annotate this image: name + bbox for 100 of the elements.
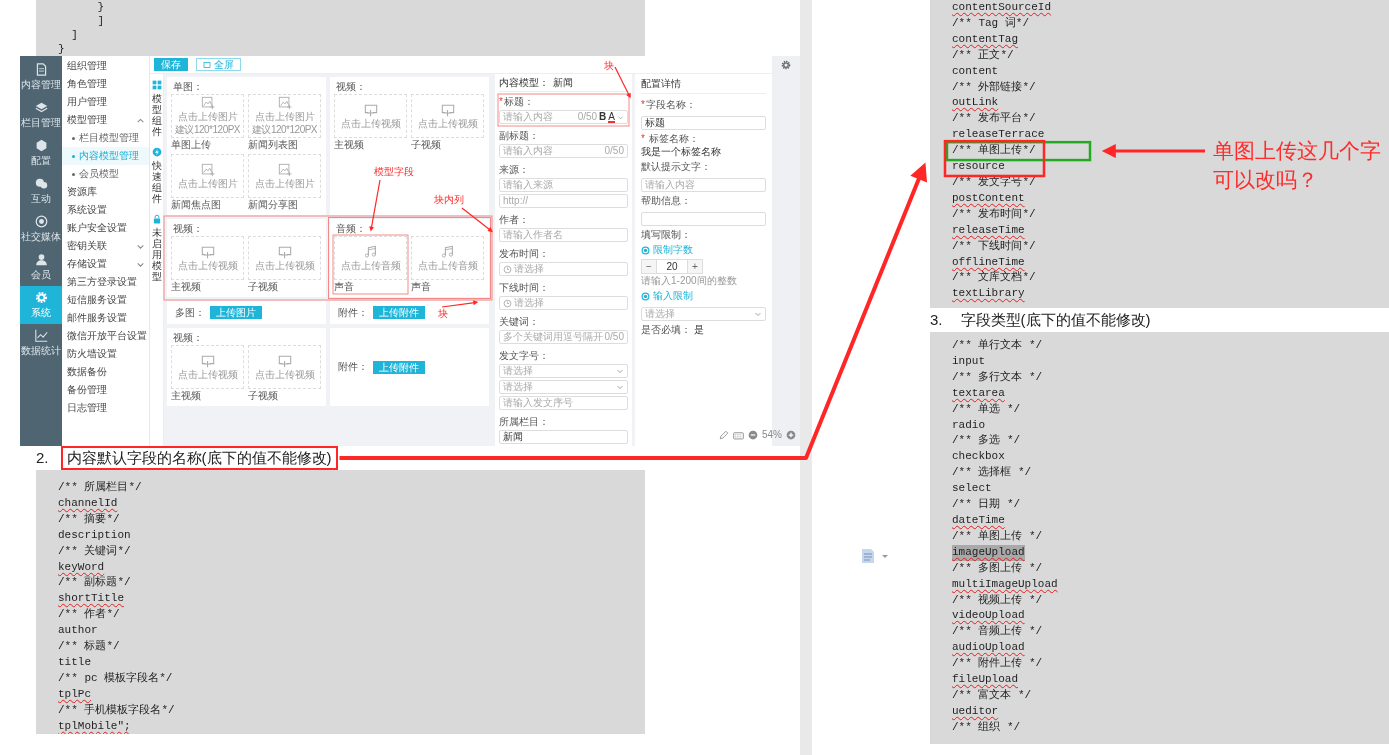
side-tab[interactable]: 模型组件 bbox=[151, 80, 162, 137]
bullet-icon bbox=[72, 154, 75, 158]
required-mark: * bbox=[499, 96, 503, 107]
code-line: /** 音频上传 */ bbox=[952, 624, 1043, 640]
input-field[interactable]: 请输入发文序号 bbox=[499, 396, 628, 410]
text-color-button[interactable]: A bbox=[608, 111, 615, 123]
select-field[interactable]: 请选择 bbox=[499, 364, 628, 378]
menu-item[interactable]: 日志管理 bbox=[62, 399, 149, 417]
nav-item[interactable]: 社交媒体 bbox=[20, 210, 62, 248]
bold-button[interactable]: B bbox=[599, 111, 607, 123]
text-input[interactable]: 请选择 bbox=[503, 381, 614, 393]
char-counter: 0/50 bbox=[604, 145, 624, 157]
text-input[interactable]: 请选择 bbox=[514, 263, 624, 275]
nav-item[interactable]: 内容管理 bbox=[20, 58, 62, 96]
menu-item[interactable]: 第三方登录设置 bbox=[62, 273, 149, 291]
select-field[interactable]: 请选择 bbox=[499, 380, 628, 394]
menu-item[interactable]: 资源库 bbox=[62, 183, 149, 201]
help-text: 请输入1-200间的整数 bbox=[641, 275, 737, 287]
plus-icon[interactable] bbox=[786, 430, 796, 440]
clock-icon bbox=[503, 298, 512, 308]
field-value: 我是一个标签名称 bbox=[641, 146, 721, 158]
text-input[interactable]: 新闻 bbox=[503, 431, 624, 443]
menu-item[interactable]: 组织管理 bbox=[62, 57, 149, 75]
radio-button[interactable] bbox=[641, 245, 650, 255]
number-stepper[interactable]: − 20 + bbox=[641, 259, 703, 274]
nav-item[interactable]: 数据统计 bbox=[20, 324, 62, 362]
code-line: } bbox=[96, 0, 105, 14]
input-field[interactable]: http:// bbox=[499, 194, 628, 208]
menu-item[interactable]: 模型管理 bbox=[62, 111, 149, 129]
side-tab[interactable]: 未启用模型 bbox=[151, 214, 162, 282]
text-input[interactable]: 请输入内容 bbox=[503, 111, 576, 123]
menu-item[interactable]: 会员模型 bbox=[62, 165, 149, 183]
code-line: contentSourceId bbox=[952, 0, 1052, 15]
tile-caption: 声音 bbox=[411, 280, 432, 293]
text-input[interactable]: 请选择 bbox=[514, 297, 624, 309]
input-field[interactable]: 请输入来源 bbox=[499, 178, 628, 192]
radio-button[interactable] bbox=[641, 291, 650, 301]
nav-item[interactable]: 互动 bbox=[20, 172, 62, 210]
tile-caption: 子视频 bbox=[411, 138, 442, 151]
image-icon bbox=[200, 162, 215, 177]
text-input[interactable]: 请输入来源 bbox=[503, 179, 624, 191]
code-line: /** 单行文本 */ bbox=[952, 338, 1043, 353]
nav-item[interactable]: 栏目管理 bbox=[20, 96, 62, 134]
date-field[interactable]: 请选择 bbox=[499, 262, 628, 276]
nav-item[interactable]: 会员 bbox=[20, 248, 62, 286]
pencil-icon[interactable] bbox=[719, 430, 729, 440]
side-tab[interactable]: 快速组件 bbox=[151, 147, 162, 204]
menu-item[interactable]: 短信服务设置 bbox=[62, 291, 149, 309]
clock-icon bbox=[503, 264, 512, 274]
menu-item[interactable]: 账户安全设置 bbox=[62, 219, 149, 237]
menu-item[interactable]: 栏目模型管理 bbox=[62, 129, 149, 147]
increment-button[interactable]: + bbox=[688, 260, 702, 273]
text-input[interactable]: 请输入作者名 bbox=[503, 229, 624, 241]
text-input[interactable]: 请选择 bbox=[645, 308, 752, 320]
monitor-icon bbox=[277, 353, 292, 368]
field-label: 下线时间： bbox=[499, 282, 549, 293]
code-line: /** 日期 */ bbox=[952, 497, 1021, 513]
text-input[interactable]: 多个关键词用逗号隔开 bbox=[503, 331, 603, 343]
tile-caption: 主视频 bbox=[334, 138, 365, 151]
input-field[interactable]: 请输入内容 0/50 B A bbox=[499, 110, 628, 124]
input-field[interactable]: 标题 bbox=[641, 116, 766, 130]
menu-item[interactable]: 微信开放平台设置 bbox=[62, 327, 149, 345]
grid-icon bbox=[151, 80, 162, 90]
menu-item[interactable]: 存储设置 bbox=[62, 255, 149, 273]
paste-options-icon[interactable] bbox=[860, 548, 890, 564]
menu-item[interactable]: 角色管理 bbox=[62, 75, 149, 93]
input-field[interactable]: 新闻 bbox=[499, 430, 628, 444]
menu-item[interactable]: 防火墙设置 bbox=[62, 345, 149, 363]
text-input[interactable]: 标题 bbox=[645, 117, 762, 129]
code-line: postContent bbox=[952, 190, 1025, 206]
caret-icon bbox=[617, 113, 624, 121]
input-field[interactable] bbox=[641, 212, 766, 226]
input-field[interactable]: 请输入作者名 bbox=[499, 228, 628, 242]
menu-item[interactable]: 用户管理 bbox=[62, 93, 149, 111]
menu-item[interactable]: 邮件服务设置 bbox=[62, 309, 149, 327]
code-line: /** 单图上传*/ bbox=[952, 143, 1036, 159]
code-line: fileUpload bbox=[952, 672, 1018, 688]
nav-item[interactable]: 配置 bbox=[20, 134, 62, 172]
minus-icon[interactable] bbox=[748, 430, 758, 440]
menu-item[interactable]: 数据备份 bbox=[62, 363, 149, 381]
field-value: 是 bbox=[694, 324, 704, 336]
text-input[interactable]: 请输入内容 bbox=[503, 145, 603, 157]
date-field[interactable]: 请选择 bbox=[499, 296, 628, 310]
text-input[interactable]: 请选择 bbox=[503, 365, 614, 377]
char-counter: 0/50 bbox=[604, 331, 624, 343]
zoom-level: 54% bbox=[762, 429, 782, 441]
settings-icon[interactable] bbox=[781, 60, 791, 70]
code-line: /** 发布平台*/ bbox=[952, 111, 1036, 127]
menu-item[interactable]: 密钥关联 bbox=[62, 237, 149, 255]
field-label: 标签名称： bbox=[648, 133, 699, 145]
menu-item[interactable]: 系统设置 bbox=[62, 201, 149, 219]
input-field[interactable]: 请输入内容 bbox=[641, 178, 766, 192]
text-input[interactable]: 请输入内容 bbox=[645, 179, 762, 191]
text-input[interactable]: 请输入发文序号 bbox=[503, 397, 624, 409]
keyboard-icon[interactable] bbox=[733, 429, 744, 441]
text-input[interactable]: http:// bbox=[503, 195, 624, 207]
select-field[interactable]: 请选择 bbox=[641, 307, 766, 321]
menu-item[interactable]: 备份管理 bbox=[62, 381, 149, 399]
decrement-button[interactable]: − bbox=[642, 260, 656, 273]
code-line: /** 关键词*/ bbox=[58, 543, 131, 559]
